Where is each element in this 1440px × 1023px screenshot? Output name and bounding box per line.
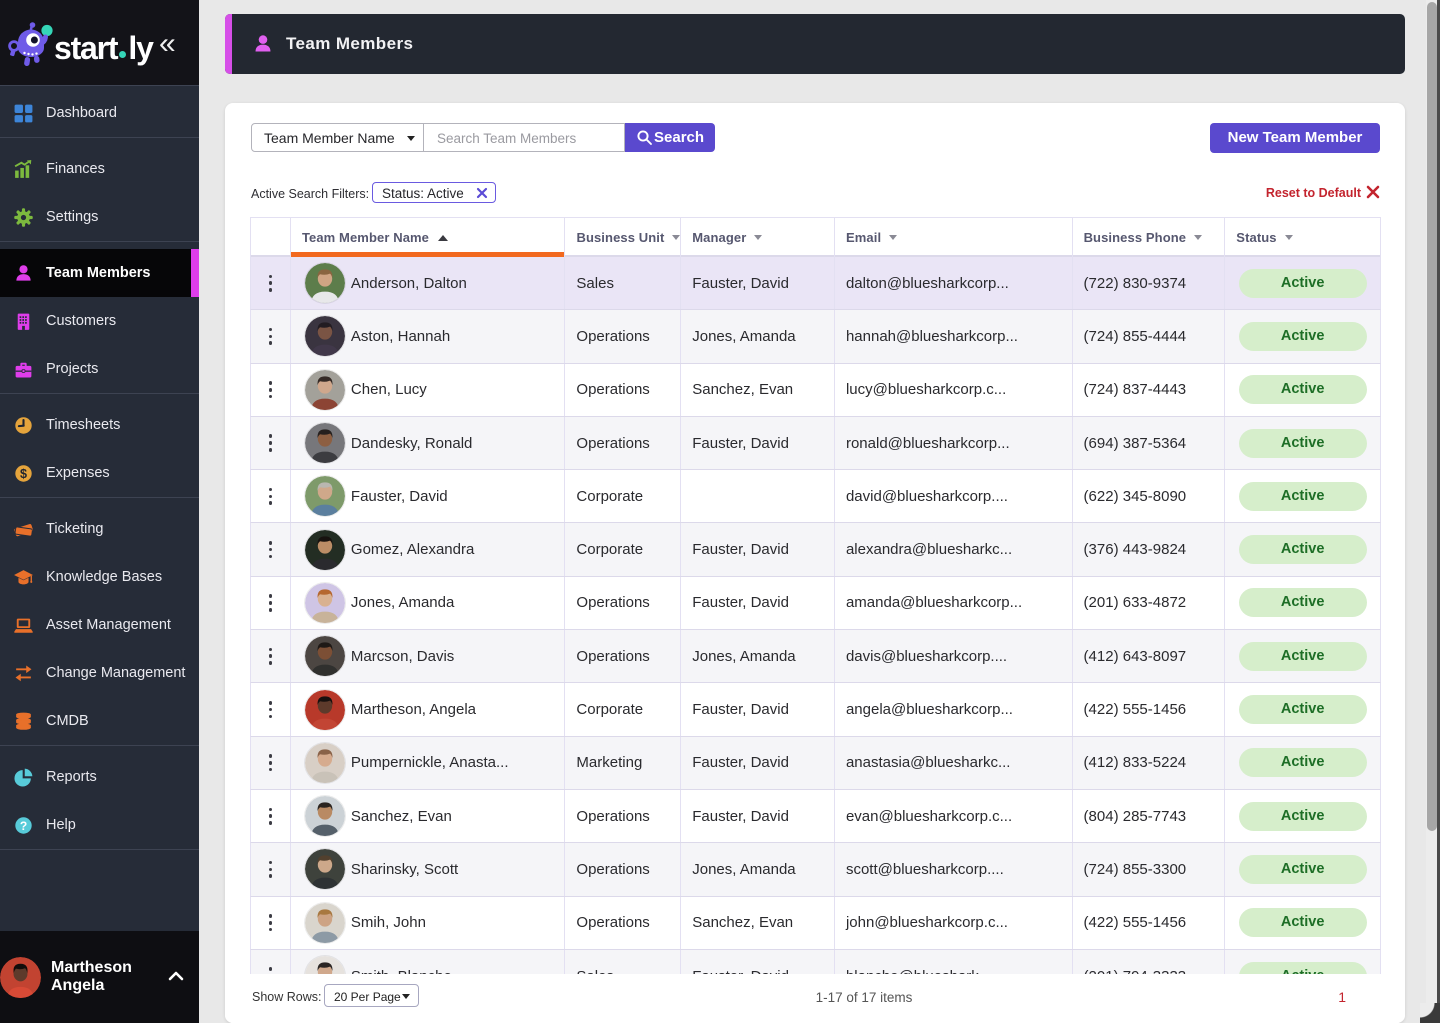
svg-text:?: ?	[20, 819, 27, 833]
svg-text:$: $	[20, 466, 27, 480]
